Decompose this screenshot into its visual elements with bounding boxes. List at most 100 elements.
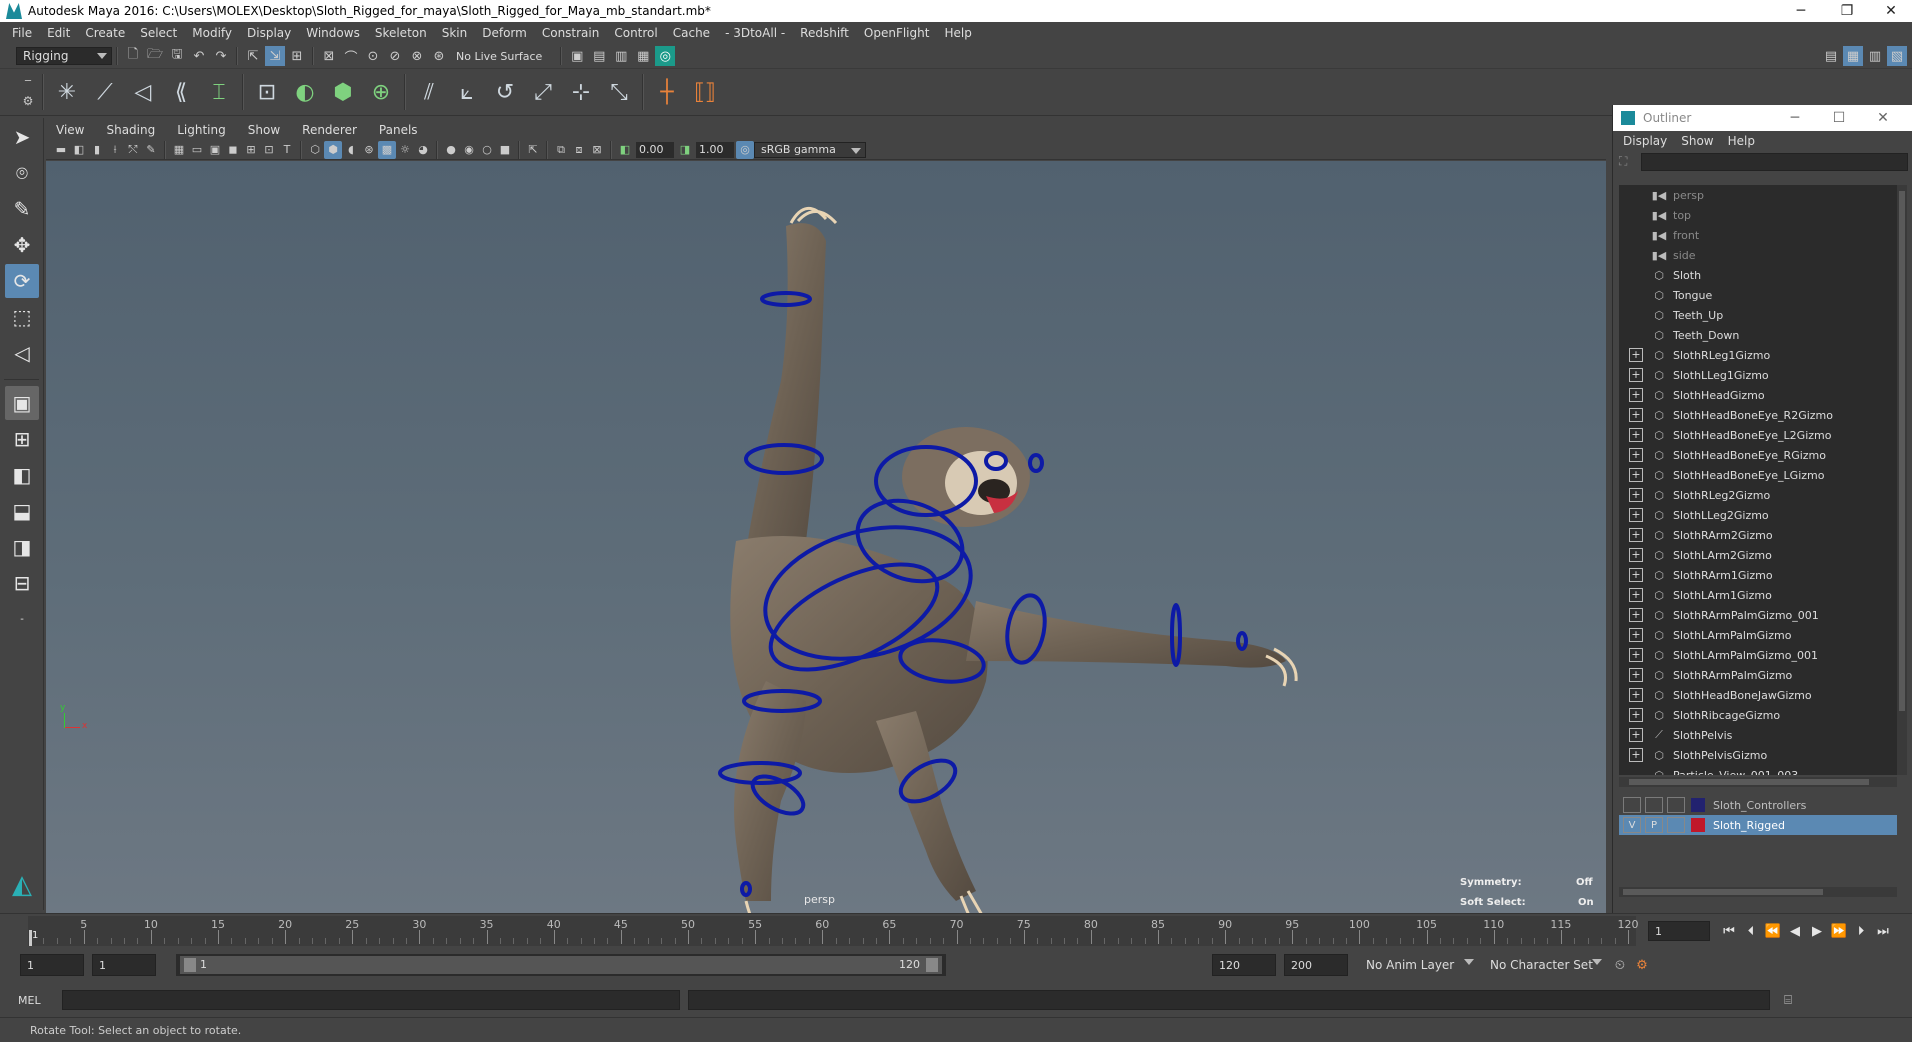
expand-icon[interactable]: + [1629,368,1643,382]
layer-name[interactable]: Sloth_Rigged [1713,819,1785,832]
time-ruler[interactable]: 5 10 15 20 25 30 35 40 45 50 55 60 65 70 75 80 85 90 95 100… [28,916,1639,946]
single-perspective-layout-icon[interactable]: ▣ [5,386,39,420]
layout-expand-icon[interactable]: - [5,602,39,636]
layer-name[interactable]: Sloth_Controllers [1713,799,1806,812]
snap-curve-icon[interactable]: ⌒ [341,46,361,66]
outliner-item[interactable]: + ⬡ SlothLLeg2Gizmo [1619,505,1897,525]
panel-menu-show[interactable]: Show [248,123,280,137]
lattice-icon[interactable]: ⬢ [326,74,360,110]
menu-openflight[interactable]: OpenFlight [864,26,930,40]
film-gate-icon[interactable]: ▭ [188,141,206,159]
expand-icon[interactable]: + [1629,588,1643,602]
outliner-menu-help[interactable]: Help [1728,134,1755,148]
wireframe-on-shaded-icon[interactable]: ⊛ [360,141,378,159]
step-forward-key-icon[interactable]: ⏩ [1828,920,1850,942]
paint-weights-icon[interactable]: ◐ [288,74,322,110]
auto-key-icon[interactable]: ⏲ [1610,955,1630,975]
layer-reference-toggle[interactable] [1667,817,1685,833]
joint-tool-icon[interactable]: ✳ [50,74,84,110]
bind-skin-icon[interactable]: ⊡ [250,74,284,110]
expand-icon[interactable]: + [1629,548,1643,562]
range-slider[interactable]: 1 120 [176,954,946,976]
hypershade-icon[interactable]: ◎ [655,46,676,66]
play-backwards-icon[interactable]: ◀ [1784,920,1806,942]
shelf-menu[interactable]: ─ ⚙ [18,72,38,112]
outliner-item[interactable]: + ⬡ SlothHeadGizmo [1619,385,1897,405]
pole-vector-icon[interactable]: ⤡ [602,74,636,110]
set-driven-key-icon[interactable]: ⟦⟧ [688,74,722,110]
scale-constraint-icon[interactable]: ⤢ [526,74,560,110]
anim-layer-dropdown[interactable]: No Anim Layer [1360,954,1478,976]
mirror-joint-icon[interactable]: ⟪ [164,74,198,110]
shelf-settings-icon[interactable]: ⚙ [23,94,34,108]
scene-start-field[interactable]: 1 [20,954,84,976]
scale-tool-icon[interactable]: ⬚ [5,300,39,334]
isolate-select-icon[interactable]: ⇱ [524,141,542,159]
save-scene-icon[interactable]: 🖫 [167,46,187,66]
orient-joint-icon[interactable]: ⌶ [202,74,236,110]
camera-attributes-icon[interactable]: ◧ [70,141,88,159]
expand-icon[interactable]: + [1629,608,1643,622]
default-lighting-icon[interactable]: ◖ [342,141,360,159]
expand-icon[interactable]: + [1629,528,1643,542]
outliner-item[interactable]: + ⬡ SlothLArm2Gizmo [1619,545,1897,565]
outliner-item[interactable]: + ⬡ SlothRibcageGizmo [1619,705,1897,725]
render-settings-icon[interactable]: ▣ [567,46,587,66]
bookmark-icon[interactable]: ▮ [88,141,106,159]
panel-menu-renderer[interactable]: Renderer [302,123,357,137]
aim-constraint-icon[interactable]: ⊹ [564,74,598,110]
panel-menu-lighting[interactable]: Lighting [177,123,226,137]
menu-deform[interactable]: Deform [482,26,527,40]
outliner-item[interactable]: + ⬡ SlothHeadBoneJawGizmo [1619,685,1897,705]
safe-title-icon[interactable]: T [278,141,296,159]
outliner-vscrollbar[interactable] [1897,185,1907,775]
workspace-icon[interactable]: ▤ [1821,46,1841,66]
outliner-item[interactable]: ⬡ Tongue [1619,285,1897,305]
field-chart-icon[interactable]: ⊞ [242,141,260,159]
outliner-item[interactable]: + ⬡ SlothLArmPalmGizmo_001 [1619,645,1897,665]
select-hierarchy-icon[interactable]: ⇱ [243,46,263,66]
open-scene-icon[interactable]: 🗁 [145,46,165,66]
range-end-handle[interactable] [926,958,938,972]
resolution-gate-icon[interactable]: ▣ [206,141,224,159]
menu-cache[interactable]: Cache [673,26,710,40]
go-to-start-icon[interactable]: ⏮ [1718,920,1740,942]
snap-point-icon[interactable]: ⊙ [363,46,383,66]
persp-outliner-layout-icon[interactable]: ◧ [5,458,39,492]
expand-icon[interactable]: + [1629,688,1643,702]
menu-skeleton[interactable]: Skeleton [375,26,427,40]
outliner-item[interactable]: + ⬡ SlothRArm1Gizmo [1619,565,1897,585]
step-back-key-icon[interactable]: ⏪ [1762,920,1784,942]
outliner-item[interactable]: + ⬡ SlothRArm2Gizmo [1619,525,1897,545]
ipr-render-icon[interactable]: ▥ [611,46,631,66]
multisample-aa-icon[interactable]: ○ [478,141,496,159]
playback-end-field[interactable]: 120 [1212,954,1276,976]
menu-create[interactable]: Create [85,26,125,40]
layer-visibility-toggle[interactable]: V [1623,817,1641,833]
snap-view-icon[interactable]: ⊘ [385,46,405,66]
expand-icon[interactable]: + [1629,728,1643,742]
minimize-button[interactable]: ─ [1778,0,1824,22]
playback-start-field[interactable]: 1 [92,954,156,976]
safe-action-icon[interactable]: ⊡ [260,141,278,159]
select-object-icon[interactable]: ⇲ [265,46,285,66]
time-slider[interactable]: 5 10 15 20 25 30 35 40 45 50 55 60 65 70 75 80 85 90 95 100… [0,913,1912,947]
textured-icon[interactable]: ▩ [378,140,396,159]
outliner-item[interactable]: + ⬡ SlothRLeg2Gizmo [1619,485,1897,505]
expand-icon[interactable]: + [1629,388,1643,402]
range-start-handle[interactable] [184,958,196,972]
new-scene-icon[interactable]: 🗋 [123,46,143,66]
outliner-item[interactable]: + ⬡ SlothLArmPalmGizmo [1619,625,1897,645]
shelf-tabs-icon[interactable]: ─ [25,76,31,87]
outliner-item[interactable]: + ⬡ SlothHeadBoneEye_R2Gizmo [1619,405,1897,425]
layer-visibility-toggle[interactable] [1623,797,1641,813]
shadows-icon[interactable]: ◕ [414,141,432,159]
menu-control[interactable]: Control [614,26,657,40]
panel-menu-panels[interactable]: Panels [379,123,418,137]
expand-icon[interactable]: + [1629,428,1643,442]
panel-menu-view[interactable]: View [56,123,84,137]
outliner-item[interactable]: ⬡ Teeth_Up [1619,305,1897,325]
outliner-item[interactable]: + ⬡ SlothLLeg1Gizmo [1619,365,1897,385]
persp-uv-layout-icon[interactable]: ⊟ [5,566,39,600]
menu-edit[interactable]: Edit [47,26,70,40]
